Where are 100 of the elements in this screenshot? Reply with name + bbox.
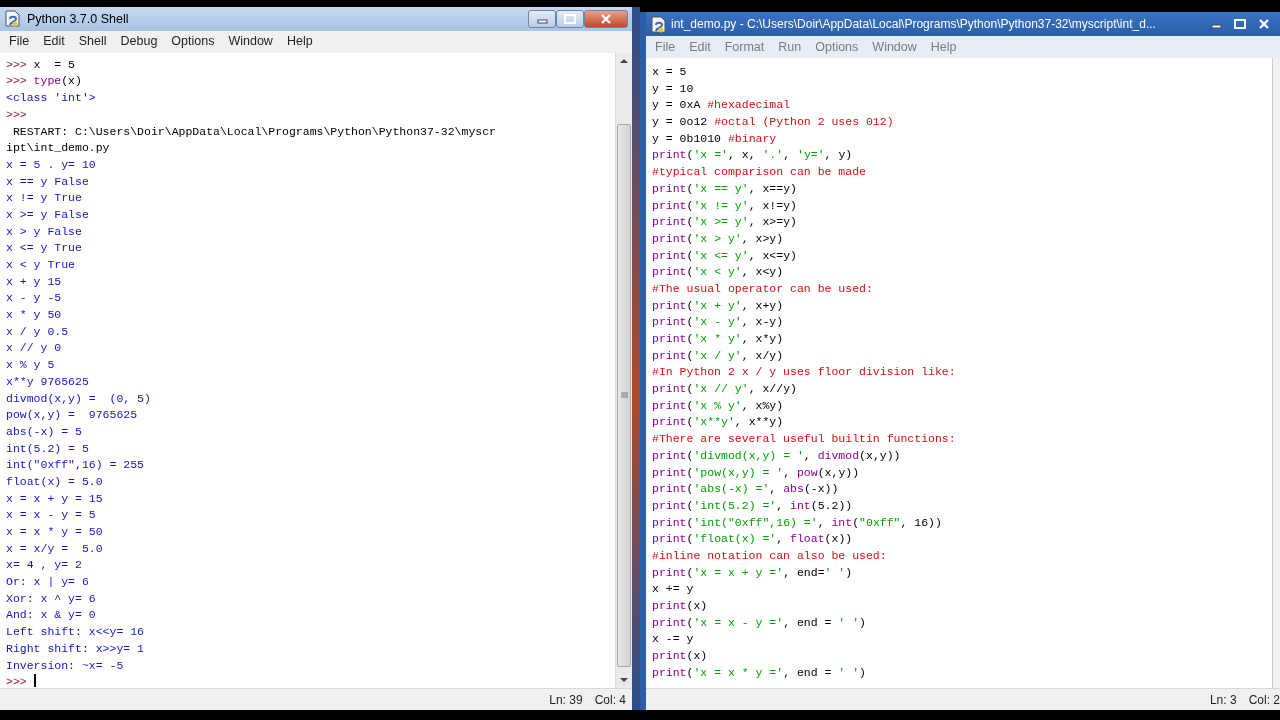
code-line: #The usual operator can be used: <box>652 280 874 297</box>
close-button[interactable] <box>584 9 628 28</box>
code-line: print('x = x - y =', end = ' ') <box>652 614 867 631</box>
menu-item[interactable]: Edit <box>36 32 72 52</box>
code-line: print('x <= y', x<=y) <box>652 247 798 264</box>
menu-item[interactable]: Help <box>279 32 320 52</box>
code-line: x + y 15 <box>6 273 63 290</box>
menu-item[interactable]: Window <box>221 32 280 52</box>
maximize-button[interactable] <box>556 9 584 28</box>
code-line: Or: x | y= 6 <box>6 574 90 591</box>
minimize-button[interactable] <box>528 9 556 28</box>
code-line: Left shift: x<<y= 16 <box>6 624 146 641</box>
prompt-text: >>> <box>6 675 28 689</box>
menu-item[interactable]: Options <box>808 37 866 57</box>
code-line: x -= y <box>652 631 695 648</box>
code-line: x = x - y = 5 <box>6 507 97 524</box>
code-line: x = 5 <box>652 64 688 80</box>
code-line: print('divmod(x,y) = ', divmod(x,y)) <box>652 447 902 464</box>
code-line: ipt\int_demo.py <box>6 140 111 157</box>
code-line: print('x >= y', x>=y) <box>652 214 798 231</box>
line-number-status: Ln: 3 <box>1209 691 1237 709</box>
code-line: x += y <box>652 581 695 598</box>
code-line: print(x) <box>652 598 709 614</box>
menu-item[interactable]: Run <box>771 37 809 57</box>
code-line: print('x % y', x%y) <box>652 397 785 414</box>
code-line: print('abs(-x) =', abs(-x)) <box>652 481 840 498</box>
code-line: x= 4 , y= 2 <box>6 557 83 574</box>
code-line: print('x > y', x>y) <box>652 230 785 247</box>
column-status: Col: 4 <box>594 691 626 709</box>
menu-item[interactable]: Options <box>164 32 222 52</box>
code-line: print('x / y', x/y) <box>652 347 785 364</box>
line-number-status: Ln: 39 <box>549 691 583 709</box>
code-line: y = 10 <box>652 80 695 97</box>
code-line: x**y 9765625 <box>6 373 90 390</box>
scrollbar-thumb[interactable] <box>617 123 631 668</box>
column-status: Col: 2 <box>1248 691 1280 709</box>
code-line: y = 0o12 #octal (Python 2 uses 012) <box>652 114 895 131</box>
code-line: print('int("0xff",16) =', int("0xff", 16)) <box>652 514 943 531</box>
scrollbar[interactable] <box>1272 58 1280 688</box>
code-line: divmod(x,y) = (0, 5) <box>6 390 152 407</box>
code-line: print(x) <box>652 648 709 665</box>
code-line: >>> type(x) <box>6 73 83 90</box>
code-line: print('x = x * y =', end = ' ') <box>652 664 867 681</box>
maximize-icon <box>563 13 577 24</box>
text-cursor <box>33 674 36 688</box>
menu-item[interactable]: Edit <box>682 37 718 57</box>
code-line: RESTART: C:\Users\Doir\AppData\Local\Programs\Python\Python37-32\myscr <box>11 123 497 140</box>
python-file-icon <box>4 10 21 28</box>
code-line: x = 5 . y= 10 <box>6 156 97 173</box>
up-arrow-icon <box>619 57 629 66</box>
code-line: #There are several useful builtin functions: <box>652 431 957 448</box>
code-line: print('x = x + y =', end=' ') <box>652 564 854 581</box>
code-line: print('x =', x, '.', 'y=', y) <box>652 147 854 164</box>
code-line: print('x != y', x!=y) <box>652 197 798 214</box>
code-line: abs(-x) = 5 <box>6 423 83 440</box>
code-line: y = 0b1010 #binary <box>652 130 778 147</box>
code-line: print('x == y', x==y) <box>652 180 798 197</box>
code-line: print('pow(x,y) = ', pow(x,y)) <box>652 464 861 481</box>
code-line: x % y 5 <box>6 357 56 374</box>
menu-item[interactable]: Help <box>923 37 964 57</box>
menu-item[interactable]: Shell <box>71 32 114 52</box>
code-line: print('x - y', x-y) <box>652 314 785 331</box>
code-line: Right shift: x>>y= 1 <box>6 640 146 657</box>
code-line: print('x < y', x<y) <box>652 264 785 281</box>
code-line: <class 'int'> <box>6 90 97 107</box>
code-line: Xor: x ^ y= 6 <box>6 590 97 607</box>
code-line: x = x/y = 5.0 <box>6 540 104 557</box>
code-line: x // y 0 <box>6 340 63 357</box>
menu-item[interactable]: File <box>648 37 683 57</box>
code-line: x = x * y = 50 <box>6 524 104 541</box>
code-line: >>> <box>6 106 28 123</box>
code-line: float(x) = 5.0 <box>6 474 104 490</box>
code-line: #In Python 2 x / y uses floor division like: <box>652 364 957 381</box>
code-line: #inline notation can also be used: <box>652 547 888 564</box>
python-file-icon <box>650 15 667 33</box>
code-line: x <= y True <box>6 240 83 257</box>
code-line: x > y False <box>6 223 83 240</box>
code-line: x * y 50 <box>6 307 63 324</box>
code-line: x = x + y = 15 <box>6 490 104 507</box>
menu-item[interactable]: Format <box>717 37 772 57</box>
code-line: x != y True <box>6 190 83 207</box>
code-line: print('x + y', x+y) <box>652 297 785 314</box>
code-line: int(5.2) = 5 <box>6 440 90 457</box>
code-line: print('x**y', x**y) <box>652 414 785 431</box>
code-line: x == y False <box>6 173 90 190</box>
code-line: print('float(x) =', float(x)) <box>652 531 854 548</box>
window-title: Python 3.7.0 Shell <box>27 10 130 28</box>
code-line: y = 0xA #hexadecimal <box>652 97 792 114</box>
maximize-icon <box>1233 19 1247 29</box>
code-line: Inversion: ~x= -5 <box>6 657 125 674</box>
menu-item[interactable]: Debug <box>113 32 165 52</box>
grip-icon <box>619 392 629 399</box>
menu-item[interactable]: File <box>2 32 37 52</box>
close-icon <box>599 13 613 24</box>
code-line: print('x // y', x//y) <box>652 381 798 398</box>
code-line: print('x * y', x*y) <box>652 331 785 347</box>
code-line: int("0xff",16) = 255 <box>6 457 146 474</box>
menu-item[interactable]: Window <box>865 37 924 57</box>
code-line: #typical comparison can be made <box>652 164 867 181</box>
code-line: pow(x,y) = 9765625 <box>6 407 139 424</box>
